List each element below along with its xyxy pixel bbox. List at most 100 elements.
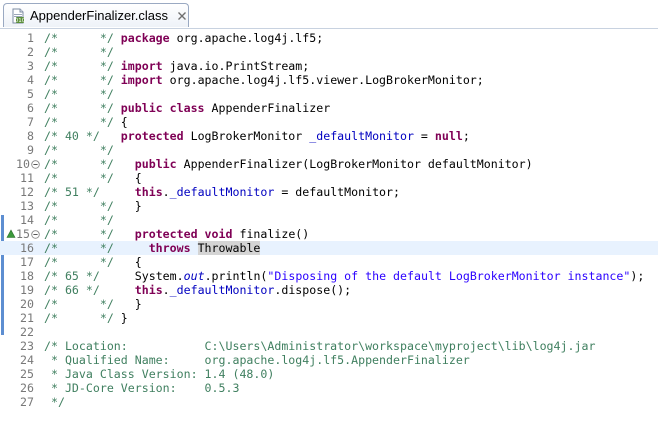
code-token: this: [134, 185, 163, 199]
line-number: 17: [20, 255, 34, 269]
code-line-25[interactable]: 25 * Java Class Version: 1.4 (48.0): [0, 367, 658, 381]
code-line-3[interactable]: 3 /* */ import java.io.PrintStream;: [0, 59, 658, 73]
line-number: 3: [27, 59, 34, 73]
code-line-26[interactable]: 26 * JD-Core Version: 0.5.3: [0, 381, 658, 395]
code-line-7[interactable]: 7 /* */ {: [0, 115, 658, 129]
code-line-10[interactable]: 10 /* */ public AppenderFinalizer(LogBrok…: [0, 157, 658, 171]
code-line-14[interactable]: 14 /* */: [0, 213, 658, 227]
code-line-11[interactable]: 11 /* */ {: [0, 171, 658, 185]
code-text: /* Location: C:\Users\Administrator\work…: [44, 339, 595, 353]
fold-collapse-icon[interactable]: [31, 230, 40, 239]
code-text: /* */ import java.io.PrintStream;: [44, 59, 309, 73]
code-token: out: [183, 269, 205, 283]
code-token: public class: [120, 101, 205, 115]
code-token: import: [120, 59, 163, 73]
code-line-6[interactable]: 6 /* */ public class AppenderFinalizer: [0, 101, 658, 115]
code-token: Throwable: [197, 241, 261, 255]
line-number: 27: [20, 395, 34, 409]
code-token: LogBrokerMonitor: [183, 129, 310, 143]
code-line-8[interactable]: 8 /* 40 */ protected LogBrokerMonitor _de…: [0, 129, 658, 143]
code-token: package: [120, 31, 170, 45]
code-text: /* */: [44, 213, 114, 227]
line-number: 19: [20, 283, 34, 297]
code-line-16[interactable]: 16 /* */ throws Throwable: [0, 241, 658, 255]
code-text: /* */: [44, 45, 114, 59]
code-token: /* */: [44, 31, 121, 45]
line-number: 24: [20, 353, 34, 367]
code-text: /* */ import org.apache.log4j.lf5.viewer…: [44, 73, 484, 87]
code-line-21[interactable]: 21 /* */ }: [0, 311, 658, 325]
line-number: 22: [20, 325, 34, 339]
code-token: /* */: [44, 227, 135, 241]
code-line-2[interactable]: 2 /* */: [0, 45, 658, 59]
code-text: /* */: [44, 87, 114, 101]
code-text: /* */ package org.apache.log4j.lf5;: [44, 31, 323, 45]
tab-appender-finalizer-class[interactable]: 010 AppenderFinalizer.class: [3, 3, 189, 27]
line-number: 12: [20, 185, 34, 199]
code-line-20[interactable]: 20 /* */ }: [0, 297, 658, 311]
code-token: _defaultMonitor: [169, 283, 275, 297]
code-line-5[interactable]: 5 /* */: [0, 87, 658, 101]
code-text: * Qualified Name: org.apache.log4j.lf5.A…: [44, 353, 470, 367]
code-text: /* */ throws Throwable: [44, 241, 261, 255]
editor-tab-bar: 010 AppenderFinalizer.class: [0, 0, 658, 29]
code-line-22[interactable]: 22: [0, 325, 658, 339]
code-line-13[interactable]: 13 /* */ }: [0, 199, 658, 213]
code-line-27[interactable]: 27 */: [0, 395, 658, 409]
line-number: 21: [20, 311, 34, 325]
code-token: /* */: [44, 255, 135, 269]
line-number: 13: [20, 199, 34, 213]
code-token: {: [134, 255, 142, 269]
line-number: 2: [27, 45, 34, 59]
line-number: 18: [20, 269, 34, 283]
code-text: /* 65 */ System.out.println("Disposing o…: [44, 269, 644, 283]
editor-window: 010 AppenderFinalizer.class 1 /* */ packa…: [0, 0, 658, 433]
code-token: org.apache.log4j.lf5;: [169, 31, 324, 45]
code-line-23[interactable]: 23 /* Location: C:\Users\Administrator\wo…: [0, 339, 658, 353]
line-number: 20: [20, 297, 34, 311]
line-number: 4: [27, 73, 34, 87]
code-token: /* */: [44, 115, 121, 129]
code-token: .dispose();: [274, 283, 352, 297]
override-marker-icon[interactable]: [6, 229, 16, 239]
code-token: {: [120, 115, 128, 129]
code-token: this: [134, 283, 163, 297]
code-token: finalize(): [232, 227, 310, 241]
code-text: /* */ public class AppenderFinalizer: [44, 101, 330, 115]
line-number: 5: [27, 87, 34, 101]
code-line-4[interactable]: 4 /* */ import org.apache.log4j.lf5.viewe…: [0, 73, 658, 87]
code-text: /* 51 */ this._defaultMonitor = defaultM…: [44, 185, 400, 199]
code-token: /* 65 */: [44, 269, 135, 283]
code-token: /* */: [44, 241, 149, 255]
code-token: /* */: [44, 157, 135, 171]
line-number: 1: [27, 31, 34, 45]
code-line-12[interactable]: 12 /* 51 */ this._defaultMonitor = defaul…: [0, 185, 658, 199]
code-line-1[interactable]: 1 /* */ package org.apache.log4j.lf5;: [0, 31, 658, 45]
code-token: .println(: [204, 269, 268, 283]
line-number: 8: [27, 129, 34, 143]
code-editor[interactable]: 1 /* */ package org.apache.log4j.lf5; 2 /* …: [0, 29, 658, 433]
code-line-9[interactable]: 9 /* */: [0, 143, 658, 157]
code-token: */: [44, 395, 65, 409]
code-token: ;: [462, 129, 470, 143]
code-token: /* */: [44, 87, 114, 101]
code-token: /* Location: C:\Users\Administrator\work…: [44, 339, 596, 353]
line-number: 16: [20, 241, 34, 255]
code-line-19[interactable]: 19 /* 66 */ this._defaultMonitor.dispose(…: [0, 283, 658, 297]
line-number: 25: [20, 367, 34, 381]
code-line-18[interactable]: 18 /* 65 */ System.out.println("Disposing…: [0, 269, 658, 283]
tab-title: AppenderFinalizer.class: [30, 8, 169, 23]
code-token: /* */: [44, 101, 121, 115]
code-text: /* */ {: [44, 171, 142, 185]
fold-collapse-icon[interactable]: [31, 160, 40, 169]
code-token: /* */: [44, 45, 114, 59]
code-line-15[interactable]: 15/* */ protected void finalize(): [0, 227, 658, 241]
line-number: 9: [27, 143, 34, 157]
code-line-17[interactable]: 17 /* */ {: [0, 255, 658, 269]
line-number: 7: [27, 115, 34, 129]
code-line-24[interactable]: 24 * Qualified Name: org.apache.log4j.lf…: [0, 353, 658, 367]
line-number: 23: [20, 339, 34, 353]
close-icon[interactable]: [176, 10, 188, 22]
code-text: */: [44, 395, 65, 409]
